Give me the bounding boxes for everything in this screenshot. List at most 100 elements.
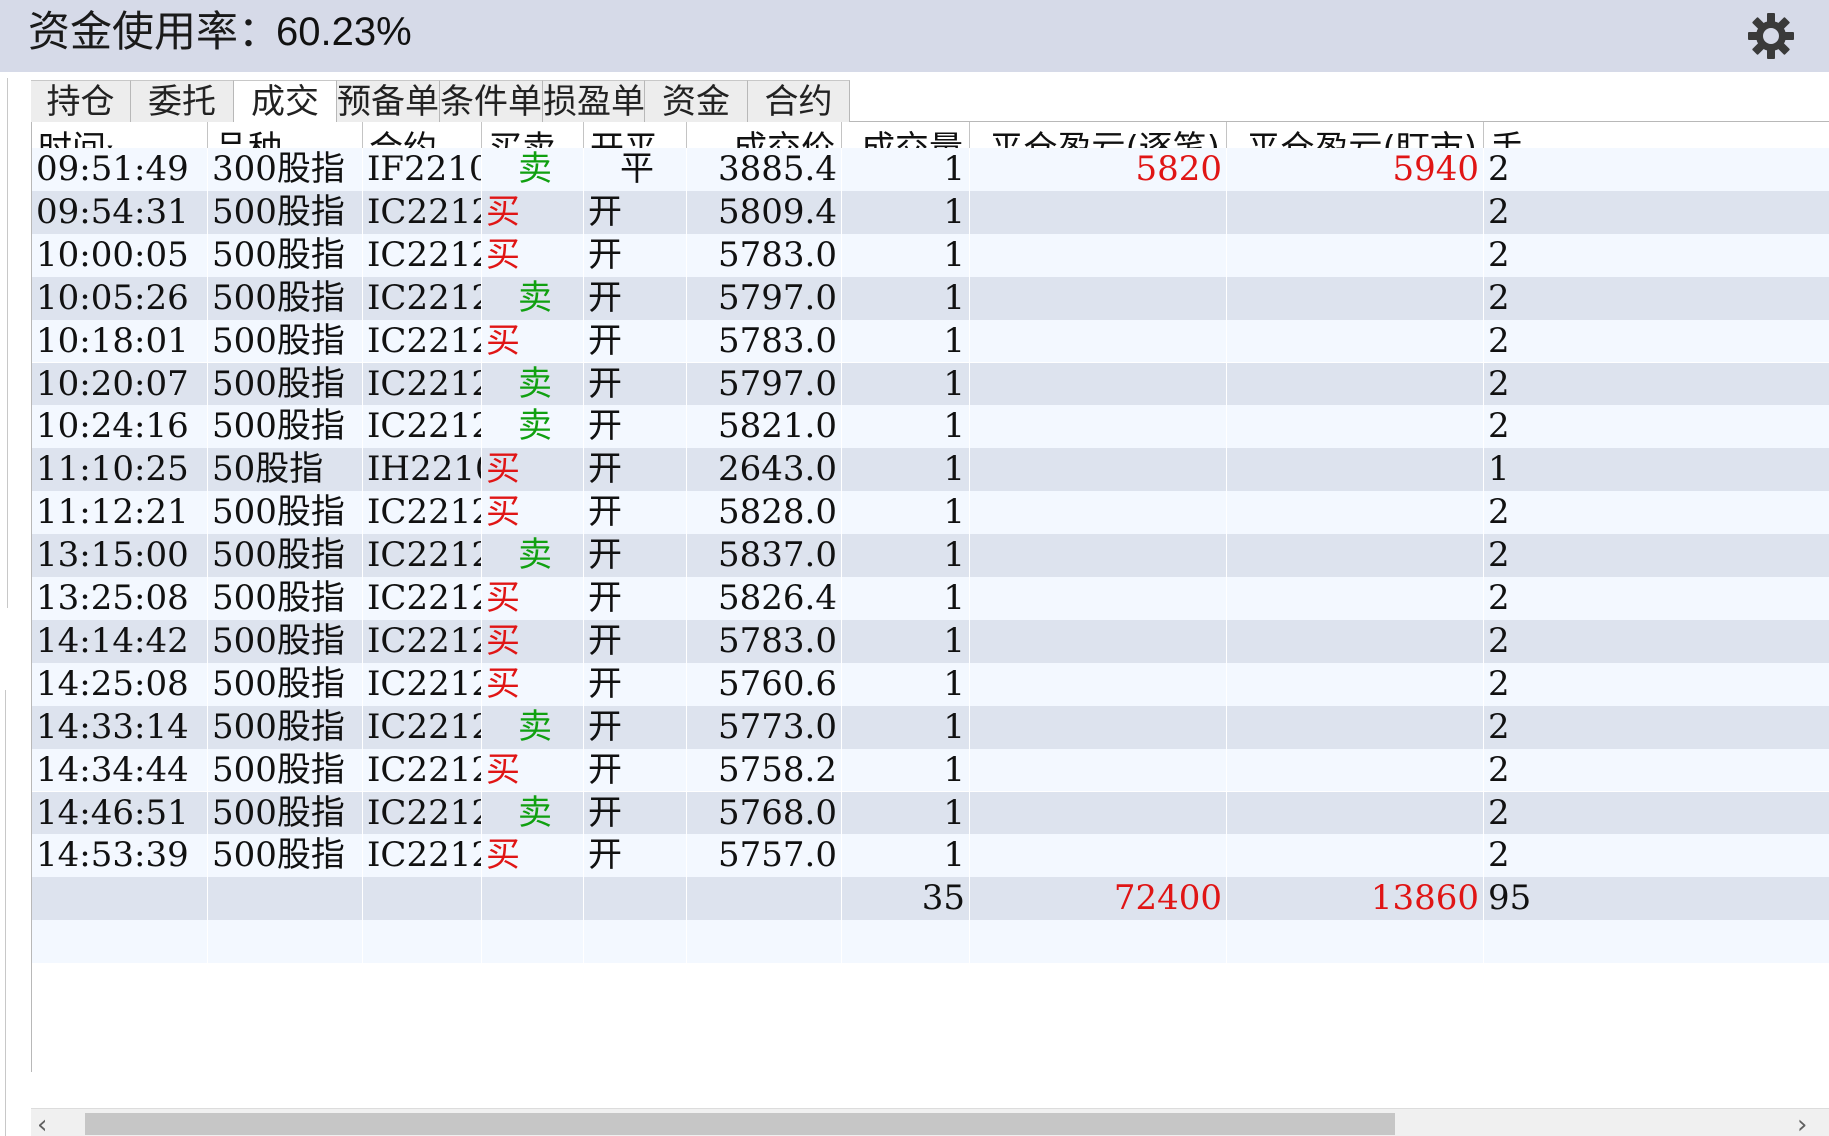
cell-fee: 2 xyxy=(1484,620,1829,663)
cell-open_close: 开 xyxy=(584,362,687,406)
cell-price: 5773.0 xyxy=(687,705,842,749)
cell-fee: 2 xyxy=(1484,234,1829,277)
table-row[interactable]: 10:20:07 500股指 IC2212 卖开 5797.0 1 2 xyxy=(32,362,1829,406)
table-row[interactable]: 14:53:39 500股指 IC2212 买开 5757.0 1 2 xyxy=(32,834,1829,878)
tab-bar: 持仓 委托 成交 预备单 条件单 损盈单 资金 合约 xyxy=(31,80,1829,122)
cell-pnl_trade: 5820 xyxy=(970,148,1227,191)
cell-volume: 1 xyxy=(842,233,970,277)
cell-product: 500股指 xyxy=(208,276,363,320)
table-row[interactable]: 13:15:00 500股指 IC2212 卖开 5837.0 1 2 xyxy=(32,534,1829,577)
cell-time: 14:46:51 xyxy=(32,791,208,835)
cell-pnl_mark xyxy=(1227,319,1484,363)
table-row[interactable]: 10:18:01 500股指 IC2212 买开 5783.0 1 2 xyxy=(32,319,1829,363)
tab-4[interactable]: 条件单 xyxy=(440,80,543,122)
table-row[interactable]: 09:54:31 500股指 IC2212 买开 5809.4 1 2 xyxy=(32,190,1829,234)
cell-fee: 2 xyxy=(1484,148,1829,191)
table-row[interactable]: 14:25:08 500股指 IC2212 买开 5760.6 1 2 xyxy=(32,662,1829,706)
cell-side: 买 xyxy=(482,577,584,620)
cell-volume: 1 xyxy=(842,619,970,663)
total-pnl_trade: 72400 xyxy=(970,877,1227,921)
cell-contract: IH2210 xyxy=(363,448,482,492)
cell-time: 10:05:26 xyxy=(32,276,208,320)
empty-cell xyxy=(1227,920,1484,964)
cell-product: 500股指 xyxy=(208,705,363,749)
table-row[interactable]: 14:34:44 500股指 IC2212 买开 5758.2 1 2 xyxy=(32,748,1829,792)
cell-open_close: 开 xyxy=(584,662,687,706)
cell-time: 14:34:44 xyxy=(32,748,208,792)
cell-volume: 1 xyxy=(842,662,970,706)
cell-product: 500股指 xyxy=(208,834,363,878)
tab-1[interactable]: 委托 xyxy=(131,80,234,122)
cell-contract: IC2212 xyxy=(363,362,482,406)
cell-volume: 1 xyxy=(842,491,970,535)
empty-cell xyxy=(1484,920,1829,963)
cell-fee: 2 xyxy=(1484,191,1829,234)
left-panel-edge xyxy=(0,78,8,608)
tab-3[interactable]: 预备单 xyxy=(337,80,440,122)
cell-contract: IC2212 xyxy=(363,791,482,835)
chevron-right-icon[interactable]: › xyxy=(1797,1112,1827,1136)
cell-price: 5757.0 xyxy=(687,834,842,878)
cell-product: 500股指 xyxy=(208,405,363,449)
cell-pnl_trade xyxy=(970,705,1227,749)
chevron-left-icon[interactable]: ‹ xyxy=(37,1112,67,1136)
total-fee: 95 xyxy=(1484,877,1829,920)
tab-2[interactable]: 成交 xyxy=(234,80,337,122)
cell-open_close: 开 xyxy=(584,791,687,835)
table-row[interactable]: 10:24:16 500股指 IC2212 卖开 5821.0 1 2 xyxy=(32,405,1829,449)
tab-0[interactable]: 持仓 xyxy=(31,80,131,122)
total-open_close xyxy=(584,877,687,921)
cell-open_close: 开 xyxy=(584,491,687,535)
table-row[interactable]: 14:14:42 500股指 IC2212 买开 5783.0 1 2 xyxy=(32,619,1829,663)
cell-time: 14:53:39 xyxy=(32,834,208,878)
table-row[interactable]: 14:46:51 500股指 IC2212 卖开 5768.0 1 2 xyxy=(32,791,1829,835)
cell-time: 11:10:25 xyxy=(32,448,208,492)
cell-fee: 1 xyxy=(1484,448,1829,491)
cell-time: 10:18:01 xyxy=(32,319,208,363)
cell-time: 13:25:08 xyxy=(32,577,208,620)
cell-volume: 1 xyxy=(842,834,970,878)
cell-open_close: 平 xyxy=(584,148,687,191)
cell-open_close: 开 xyxy=(584,748,687,792)
gear-icon[interactable] xyxy=(1745,10,1797,62)
table-row[interactable]: 10:05:26 500股指 IC2212 卖开 5797.0 1 2 xyxy=(32,276,1829,320)
tab-6[interactable]: 资金 xyxy=(645,80,748,122)
table-row[interactable]: 14:33:14 500股指 IC2212 卖开 5773.0 1 2 xyxy=(32,705,1829,749)
cell-pnl_trade xyxy=(970,748,1227,792)
horizontal-scrollbar[interactable]: ‹ › xyxy=(31,1108,1829,1136)
tab-7[interactable]: 合约 xyxy=(748,80,850,122)
total-product xyxy=(208,877,363,921)
cell-contract: IC2212 xyxy=(363,491,482,535)
cell-contract: IC2212 xyxy=(363,534,482,577)
cell-side: 买 xyxy=(482,491,584,535)
cell-fee: 2 xyxy=(1484,834,1829,877)
cell-time: 14:14:42 xyxy=(32,619,208,663)
cell-open_close: 开 xyxy=(584,276,687,320)
total-volume: 35 xyxy=(842,877,970,921)
table-row[interactable]: 13:25:08 500股指 IC2212 买开 5826.4 1 2 xyxy=(32,577,1829,620)
table-row[interactable]: 09:51:49 300股指 IF2210 卖平 3885.4 1 5820 5940 2 xyxy=(32,148,1829,191)
cell-pnl_mark xyxy=(1227,834,1484,878)
scrollbar-thumb[interactable] xyxy=(85,1113,1395,1135)
cell-volume: 1 xyxy=(842,791,970,835)
cell-product: 500股指 xyxy=(208,491,363,535)
empty-row xyxy=(32,920,1829,964)
totals-row[interactable]: 35 72400 13860 95 xyxy=(32,877,1829,921)
cell-fee: 2 xyxy=(1484,706,1829,749)
cell-time: 13:15:00 xyxy=(32,534,208,577)
cell-pnl_trade xyxy=(970,619,1227,663)
cell-pnl_mark xyxy=(1227,405,1484,449)
table-row[interactable]: 11:12:21 500股指 IC2212 买开 5828.0 1 2 xyxy=(32,491,1829,535)
cell-side: 买 xyxy=(482,233,584,277)
empty-cell xyxy=(482,920,584,964)
tab-5[interactable]: 损盈单 xyxy=(543,80,645,122)
table-row[interactable]: 11:10:2550股指IH2210买开2643.011 xyxy=(32,448,1829,492)
cell-time: 10:20:07 xyxy=(32,362,208,406)
cell-contract: IC2212 xyxy=(363,276,482,320)
empty-cell xyxy=(687,920,842,964)
table-row[interactable]: 10:00:05 500股指 IC2212 买开 5783.0 1 2 xyxy=(32,233,1829,277)
cell-time: 09:51:49 xyxy=(32,148,208,191)
cell-open_close: 开 xyxy=(584,705,687,749)
cell-product: 300股指 xyxy=(208,148,363,191)
cell-pnl_mark xyxy=(1227,362,1484,406)
